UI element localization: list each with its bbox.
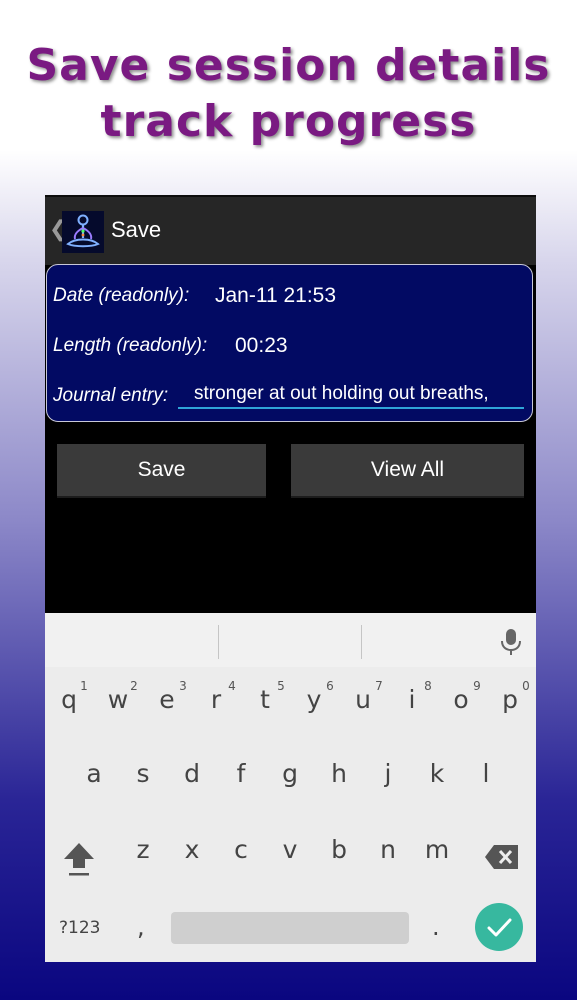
length-label: Length (readonly): bbox=[53, 335, 208, 356]
key-period[interactable]: . bbox=[432, 913, 440, 941]
symbols-key[interactable]: ?123 bbox=[59, 918, 100, 938]
suggestion-divider bbox=[361, 625, 362, 659]
meditation-figure-icon[interactable] bbox=[62, 211, 104, 253]
key-y[interactable]: y bbox=[296, 685, 332, 714]
key-m[interactable]: m bbox=[419, 835, 455, 864]
shift-icon[interactable] bbox=[62, 841, 96, 877]
key-t[interactable]: t bbox=[247, 685, 283, 714]
space-bar[interactable] bbox=[171, 912, 409, 944]
headline-line-2: track progress bbox=[100, 96, 477, 147]
key-g[interactable]: g bbox=[272, 759, 308, 788]
key-w[interactable]: w bbox=[100, 685, 136, 714]
key-r[interactable]: r bbox=[198, 685, 234, 714]
journal-label: Journal entry: bbox=[53, 385, 169, 406]
action-bar-title: Save bbox=[111, 217, 162, 242]
key-j[interactable]: j bbox=[370, 759, 406, 788]
key-d[interactable]: d bbox=[174, 759, 210, 788]
key-q[interactable]: q bbox=[51, 685, 87, 714]
key-h[interactable]: h bbox=[321, 759, 357, 788]
date-label: Date (readonly): bbox=[53, 285, 190, 306]
backspace-icon[interactable] bbox=[484, 843, 520, 871]
key-comma[interactable]: , bbox=[137, 913, 145, 941]
session-form: Date (readonly): Jan-11 21:53 Length (re… bbox=[46, 264, 533, 422]
microphone-icon[interactable] bbox=[500, 627, 522, 657]
key-z[interactable]: z bbox=[125, 835, 161, 864]
key-c[interactable]: c bbox=[223, 835, 259, 864]
key-i[interactable]: i bbox=[394, 685, 430, 714]
key-v[interactable]: v bbox=[272, 835, 308, 864]
key-s[interactable]: s bbox=[125, 759, 161, 788]
key-f[interactable]: f bbox=[223, 759, 259, 788]
date-value: Jan-11 21:53 bbox=[215, 284, 337, 307]
phone-screen: ❮ Save Date (readonly): Jan-11 21:53 Len… bbox=[45, 195, 536, 962]
suggestion-strip bbox=[45, 613, 536, 667]
key-b[interactable]: b bbox=[321, 835, 357, 864]
journal-entry-input[interactable]: stronger at out holding out breaths, bbox=[178, 379, 524, 409]
check-icon bbox=[487, 918, 512, 937]
suggestion-divider bbox=[218, 625, 219, 659]
key-e[interactable]: e bbox=[149, 685, 185, 714]
action-bar: ❮ Save bbox=[45, 195, 536, 265]
key-a[interactable]: a bbox=[76, 759, 112, 788]
key-p[interactable]: p bbox=[492, 685, 528, 714]
key-x[interactable]: x bbox=[174, 835, 210, 864]
key-n[interactable]: n bbox=[370, 835, 406, 864]
soft-keyboard: 1 2 3 4 5 6 7 8 9 0 q w e r t y u i o p … bbox=[45, 613, 536, 962]
length-value: 00:23 bbox=[235, 334, 288, 357]
enter-button[interactable] bbox=[475, 903, 523, 951]
key-l[interactable]: l bbox=[468, 759, 504, 788]
key-u[interactable]: u bbox=[345, 685, 381, 714]
view-all-button[interactable]: View All bbox=[291, 444, 524, 498]
save-button[interactable]: Save bbox=[57, 444, 266, 498]
headline-line-1: Save session details bbox=[26, 40, 551, 91]
key-o[interactable]: o bbox=[443, 685, 479, 714]
key-k[interactable]: k bbox=[419, 759, 455, 788]
